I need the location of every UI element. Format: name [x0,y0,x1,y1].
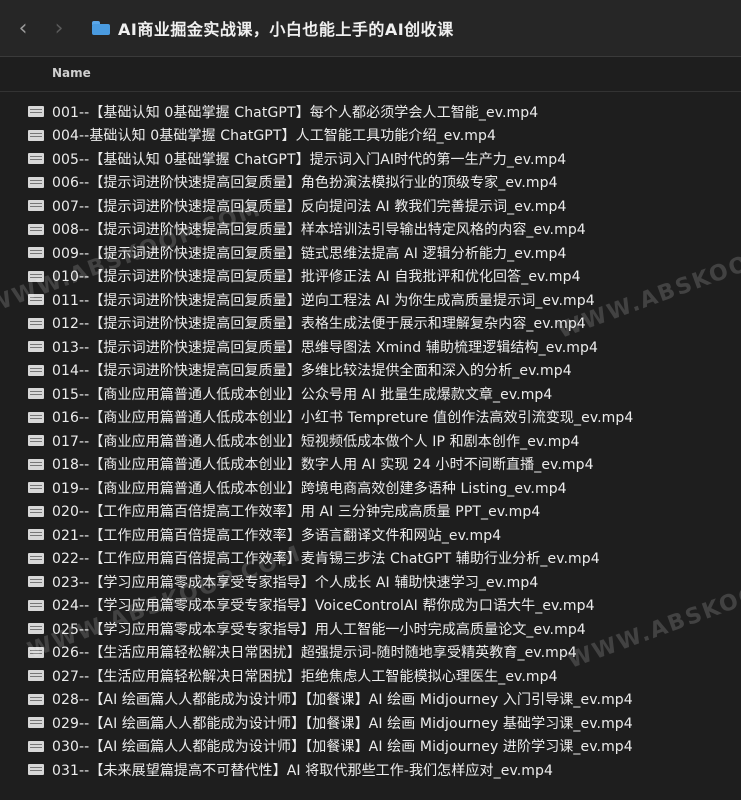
file-name: 009--【提示词进阶快速提高回复质量】链式思维法提高 AI 逻辑分析能力_ev… [52,245,567,262]
file-name: 010--【提示词进阶快速提高回复质量】批评修正法 AI 自我批评和优化回答_e… [52,269,581,286]
file-row[interactable]: 007--【提示词进阶快速提高回复质量】反向提问法 AI 教我们完善提示词_ev… [0,194,741,218]
file-name: 005--【基础认知 0基础掌握 ChatGPT】提示词入门AI时代的第一生产力… [52,151,567,168]
file-row[interactable]: 008--【提示词进阶快速提高回复质量】样本培训法引导输出特定风格的内容_ev.… [0,218,741,242]
video-file-icon [28,247,44,259]
file-row[interactable]: 021--【工作应用篇百倍提高工作效率】多语言翻译文件和网站_ev.mp4 [0,523,741,547]
video-file-icon [28,106,44,118]
video-file-icon [28,623,44,635]
video-file-icon [28,153,44,165]
file-name: 027--【生活应用篇轻松解决日常困扰】拒绝焦虑人工智能模拟心理医生_ev.mp… [52,668,558,685]
toolbar: ‹ › AI商业掘金实战课，小白也能上手的AI创收课 [0,0,741,57]
video-file-icon [28,505,44,517]
file-name: 015--【商业应用篇普通人低成本创业】公众号用 AI 批量生成爆款文章_ev.… [52,386,553,403]
file-name: 029--【AI 绘画篇人人都能成为设计师】【加餐课】AI 绘画 Midjour… [52,715,633,732]
video-file-icon [28,576,44,588]
file-row[interactable]: 025--【学习应用篇零成本享受专家指导】用人工智能一小时完成高质量论文_ev.… [0,617,741,641]
file-row[interactable]: 016--【商业应用篇普通人低成本创业】小红书 Tempreture 值创作法高… [0,406,741,430]
file-row[interactable]: 019--【商业应用篇普通人低成本创业】跨境电商高效创建多语种 Listing_… [0,476,741,500]
file-row[interactable]: 009--【提示词进阶快速提高回复质量】链式思维法提高 AI 逻辑分析能力_ev… [0,241,741,265]
file-name: 019--【商业应用篇普通人低成本创业】跨境电商高效创建多语种 Listing_… [52,480,567,497]
video-file-icon [28,200,44,212]
file-row[interactable]: 015--【商业应用篇普通人低成本创业】公众号用 AI 批量生成爆款文章_ev.… [0,382,741,406]
video-file-icon [28,670,44,682]
video-file-icon [28,176,44,188]
video-file-icon [28,740,44,752]
video-file-icon [28,482,44,494]
file-row[interactable]: 011--【提示词进阶快速提高回复质量】逆向工程法 AI 为你生成高质量提示词_… [0,288,741,312]
column-name-header[interactable]: Name [52,66,91,80]
video-file-icon [28,764,44,776]
file-name: 026--【生活应用篇轻松解决日常困扰】超强提示词-随时随地享受精英教育_ev.… [52,645,577,662]
file-row[interactable]: 017--【商业应用篇普通人低成本创业】短视频低成本做个人 IP 和剧本创作_e… [0,429,741,453]
file-name: 011--【提示词进阶快速提高回复质量】逆向工程法 AI 为你生成高质量提示词_… [52,292,595,309]
video-file-icon [28,458,44,470]
file-name: 012--【提示词进阶快速提高回复质量】表格生成法便于展示和理解复杂内容_ev.… [52,316,586,333]
file-name: 001--【基础认知 0基础掌握 ChatGPT】每个人都必须学会人工智能_ev… [52,104,539,121]
video-file-icon [28,411,44,423]
file-row[interactable]: 030--【AI 绘画篇人人都能成为设计师】【加餐课】AI 绘画 Midjour… [0,735,741,759]
file-name: 013--【提示词进阶快速提高回复质量】思维导图法 Xmind 辅助梳理逻辑结构… [52,339,598,356]
video-file-icon [28,599,44,611]
file-row[interactable]: 010--【提示词进阶快速提高回复质量】批评修正法 AI 自我批评和优化回答_e… [0,265,741,289]
file-name: 028--【AI 绘画篇人人都能成为设计师】【加餐课】AI 绘画 Midjour… [52,692,633,709]
file-list: 001--【基础认知 0基础掌握 ChatGPT】每个人都必须学会人工智能_ev… [0,100,741,782]
file-row[interactable]: 026--【生活应用篇轻松解决日常困扰】超强提示词-随时随地享受精英教育_ev.… [0,641,741,665]
video-file-icon [28,717,44,729]
file-name: 017--【商业应用篇普通人低成本创业】短视频低成本做个人 IP 和剧本创作_e… [52,433,580,450]
file-name: 008--【提示词进阶快速提高回复质量】样本培训法引导输出特定风格的内容_ev.… [52,222,586,239]
file-row[interactable]: 013--【提示词进阶快速提高回复质量】思维导图法 Xmind 辅助梳理逻辑结构… [0,335,741,359]
file-row[interactable]: 001--【基础认知 0基础掌握 ChatGPT】每个人都必须学会人工智能_ev… [0,100,741,124]
file-row[interactable]: 022--【工作应用篇百倍提高工作效率】麦肯锡三步法 ChatGPT 辅助行业分… [0,547,741,571]
video-file-icon [28,317,44,329]
video-file-icon [28,552,44,564]
file-row[interactable]: 005--【基础认知 0基础掌握 ChatGPT】提示词入门AI时代的第一生产力… [0,147,741,171]
file-row[interactable]: 018--【商业应用篇普通人低成本创业】数字人用 AI 实现 24 小时不间断直… [0,453,741,477]
video-file-icon [28,693,44,705]
file-name: 016--【商业应用篇普通人低成本创业】小红书 Tempreture 值创作法高… [52,410,634,427]
file-row[interactable]: 006--【提示词进阶快速提高回复质量】角色扮演法模拟行业的顶级专家_ev.mp… [0,171,741,195]
video-file-icon [28,129,44,141]
file-row[interactable]: 024--【学习应用篇零成本享受专家指导】VoiceControlAI 帮你成为… [0,594,741,618]
file-row[interactable]: 004--基础认知 0基础掌握 ChatGPT】人工智能工具功能介绍_ev.mp… [0,124,741,148]
file-name: 014--【提示词进阶快速提高回复质量】多维比较法提供全面和深入的分析_ev.m… [52,363,572,380]
video-file-icon [28,294,44,306]
file-name: 007--【提示词进阶快速提高回复质量】反向提问法 AI 教我们完善提示词_ev… [52,198,567,215]
video-file-icon [28,529,44,541]
file-row[interactable]: 031--【未来展望篇提高不可替代性】AI 将取代那些工作-我们怎样应对_ev.… [0,758,741,782]
file-name: 030--【AI 绘画篇人人都能成为设计师】【加餐课】AI 绘画 Midjour… [52,739,633,756]
video-file-icon [28,646,44,658]
video-file-icon [28,364,44,376]
column-header[interactable]: Name [0,57,741,92]
file-row[interactable]: 027--【生活应用篇轻松解决日常困扰】拒绝焦虑人工智能模拟心理医生_ev.mp… [0,664,741,688]
file-row[interactable]: 029--【AI 绘画篇人人都能成为设计师】【加餐课】AI 绘画 Midjour… [0,711,741,735]
folder-icon [92,21,110,35]
file-name: 006--【提示词进阶快速提高回复质量】角色扮演法模拟行业的顶级专家_ev.mp… [52,175,558,192]
file-name: 031--【未来展望篇提高不可替代性】AI 将取代那些工作-我们怎样应对_ev.… [52,762,554,779]
chevron-left-icon[interactable]: ‹ [10,13,36,43]
window-title: AI商业掘金实战课，小白也能上手的AI创收课 [118,20,454,39]
file-name: 018--【商业应用篇普通人低成本创业】数字人用 AI 实现 24 小时不间断直… [52,457,594,474]
file-row[interactable]: 020--【工作应用篇百倍提高工作效率】用 AI 三分钟完成高质量 PPT_ev… [0,500,741,524]
file-row[interactable]: 028--【AI 绘画篇人人都能成为设计师】【加餐课】AI 绘画 Midjour… [0,688,741,712]
file-name: 004--基础认知 0基础掌握 ChatGPT】人工智能工具功能介绍_ev.mp… [52,128,496,145]
video-file-icon [28,388,44,400]
video-file-icon [28,341,44,353]
file-name: 023--【学习应用篇零成本享受专家指导】个人成长 AI 辅助快速学习_ev.m… [52,574,539,591]
file-row[interactable]: 023--【学习应用篇零成本享受专家指导】个人成长 AI 辅助快速学习_ev.m… [0,570,741,594]
window-title-wrap: AI商业掘金实战课，小白也能上手的AI创收课 [92,16,454,40]
video-file-icon [28,223,44,235]
file-row[interactable]: 012--【提示词进阶快速提高回复质量】表格生成法便于展示和理解复杂内容_ev.… [0,312,741,336]
chevron-right-icon[interactable]: › [46,13,72,43]
file-name: 025--【学习应用篇零成本享受专家指导】用人工智能一小时完成高质量论文_ev.… [52,621,586,638]
video-file-icon [28,435,44,447]
file-name: 022--【工作应用篇百倍提高工作效率】麦肯锡三步法 ChatGPT 辅助行业分… [52,551,600,568]
video-file-icon [28,270,44,282]
file-name: 021--【工作应用篇百倍提高工作效率】多语言翻译文件和网站_ev.mp4 [52,527,502,544]
file-row[interactable]: 014--【提示词进阶快速提高回复质量】多维比较法提供全面和深入的分析_ev.m… [0,359,741,383]
file-name: 020--【工作应用篇百倍提高工作效率】用 AI 三分钟完成高质量 PPT_ev… [52,504,541,521]
file-name: 024--【学习应用篇零成本享受专家指导】VoiceControlAI 帮你成为… [52,598,595,615]
